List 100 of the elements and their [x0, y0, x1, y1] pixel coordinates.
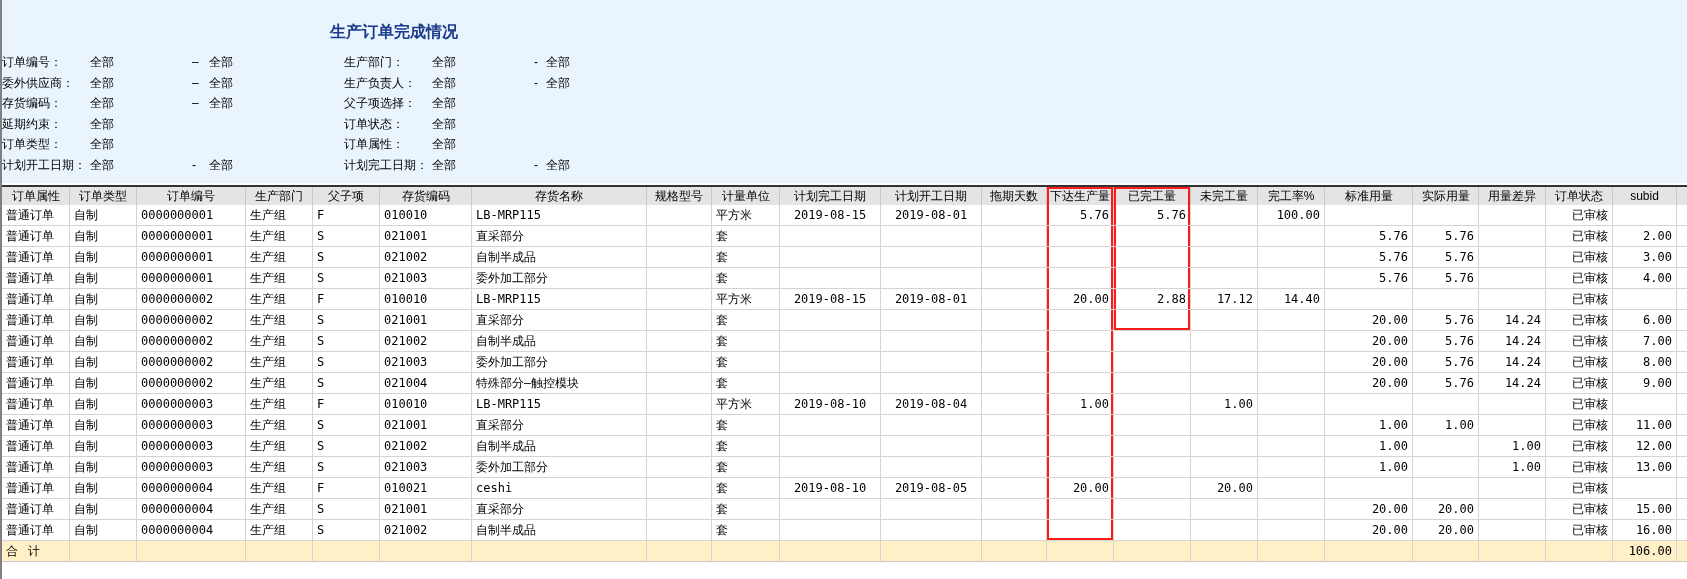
column-header: 订单编号 — [137, 187, 246, 205]
table-cell: 自制 — [70, 289, 137, 309]
table-cell: 自制 — [70, 352, 137, 372]
filter-value: 全部 — [90, 156, 115, 174]
table-cell: 021004 — [380, 373, 472, 393]
table-cell: 普通订单 — [2, 436, 70, 456]
table-cell: 14.24 — [1479, 352, 1546, 372]
table-cell: 自制 — [70, 415, 137, 435]
column-header: 订单属性 — [2, 187, 70, 205]
table-cell: S — [313, 373, 380, 393]
table-cell: 20.00 — [1325, 310, 1413, 330]
filter-value: 全部 — [90, 136, 115, 154]
table-cell: S — [313, 415, 380, 435]
table-cell: 100.00 — [1258, 205, 1325, 225]
column-header: 计划开工日期 — [881, 187, 982, 205]
column-header: 生产部门 — [246, 187, 313, 205]
table-cell: 普通订单 — [2, 331, 70, 351]
table-cell: 20.00 — [1325, 499, 1413, 519]
table-cell: LB-MRP115 — [472, 289, 647, 309]
column-header: 完工率% — [1258, 187, 1325, 205]
table-cell: 010010 — [380, 394, 472, 414]
table-cell: 20.00 — [1047, 478, 1114, 498]
filter-label: 存货编码： — [2, 95, 63, 113]
column-header: 订单状态 — [1546, 187, 1613, 205]
table-cell: 1.00 — [1325, 436, 1413, 456]
table-cell: 20.00 — [1191, 478, 1258, 498]
table-cell: 0000000004 — [137, 478, 246, 498]
table-cell: 普通订单 — [2, 205, 70, 225]
table-cell: 5.76 — [1325, 226, 1413, 246]
table-cell: 生产组 — [246, 373, 313, 393]
table-cell: 1.00 — [1479, 457, 1546, 477]
table-cell: 021003 — [380, 352, 472, 372]
table-cell: 委外加工部分 — [472, 352, 647, 372]
column-header: 拖期天数 — [982, 187, 1047, 205]
table-cell: 5.76 — [1413, 352, 1479, 372]
table-cell: 生产组 — [246, 331, 313, 351]
table-cell: 已审核 — [1546, 289, 1613, 309]
table-cell: 0000000001 — [137, 268, 246, 288]
table-cell: 5.76 — [1114, 205, 1191, 225]
filter-value: 全部 — [90, 74, 115, 92]
table-cell: 自制 — [70, 205, 137, 225]
table-cell: 5.76 — [1413, 268, 1479, 288]
table-cell: 普通订单 — [2, 268, 70, 288]
table-cell: 2019-08-10 — [780, 394, 881, 414]
column-header: 存货编码 — [380, 187, 472, 205]
table-cell: 普通订单 — [2, 478, 70, 498]
table-cell: 生产组 — [246, 394, 313, 414]
table-cell: 套 — [712, 478, 780, 498]
table-cell: 11.00 — [1613, 415, 1677, 435]
filter-label: 计划开工日期： — [2, 156, 87, 174]
table-cell: 已审核 — [1546, 268, 1613, 288]
table-cell: 生产组 — [246, 478, 313, 498]
table-cell: 021002 — [380, 520, 472, 540]
table-cell: 0000000001 — [137, 205, 246, 225]
table-cell: LB-MRP115 — [472, 205, 647, 225]
column-header: subid — [1613, 187, 1677, 205]
table-cell: 套 — [712, 310, 780, 330]
table-cell: 0000000004 — [137, 499, 246, 519]
table-cell: S — [313, 331, 380, 351]
table-cell: 4.00 — [1613, 268, 1677, 288]
filter-label: 父子项选择： — [344, 95, 417, 113]
filter-value: 全部 — [546, 156, 570, 174]
table-cell: 0000000003 — [137, 457, 246, 477]
table-cell: S — [313, 310, 380, 330]
table-cell: 14.24 — [1479, 373, 1546, 393]
table-cell: 14.24 — [1479, 310, 1546, 330]
filter-value: 全部 — [432, 54, 457, 72]
table-cell: 自制 — [70, 331, 137, 351]
table-cell: 普通订单 — [2, 352, 70, 372]
table-cell: 0000000002 — [137, 289, 246, 309]
table-cell: 021001 — [380, 499, 472, 519]
table-cell: 0000000002 — [137, 310, 246, 330]
table-cell: 生产组 — [246, 310, 313, 330]
table-cell: 普通订单 — [2, 289, 70, 309]
table-cell: 直采部分 — [472, 499, 647, 519]
table-cell: 0000000001 — [137, 247, 246, 267]
table-cell: 2019-08-01 — [881, 205, 982, 225]
total-label: 合 计 — [2, 541, 70, 561]
column-header: 订单类型 — [70, 187, 137, 205]
table-cell: 8.00 — [1613, 352, 1677, 372]
filter-label: 订单编号： — [2, 54, 63, 72]
table-cell: 010010 — [380, 289, 472, 309]
filter-label: 订单属性： — [344, 136, 405, 154]
table-cell: ceshi — [472, 478, 647, 498]
filter-separator: – — [192, 95, 200, 113]
table-cell: S — [313, 268, 380, 288]
filter-separator: - — [534, 54, 539, 72]
table-cell: 已审核 — [1546, 352, 1613, 372]
table-cell: F — [313, 394, 380, 414]
column-header: 用量差异 — [1479, 187, 1546, 205]
filter-label: 订单状态： — [344, 115, 405, 133]
filter-value: 全部 — [209, 74, 233, 92]
filter-label: 生产负责人： — [344, 74, 417, 92]
table-cell: 2019-08-10 — [780, 478, 881, 498]
table-cell: 自制半成品 — [472, 520, 647, 540]
table-cell: 普通订单 — [2, 247, 70, 267]
table-cell: S — [313, 436, 380, 456]
table-cell: 生产组 — [246, 268, 313, 288]
table-cell: S — [313, 457, 380, 477]
table-cell: 0000000003 — [137, 394, 246, 414]
